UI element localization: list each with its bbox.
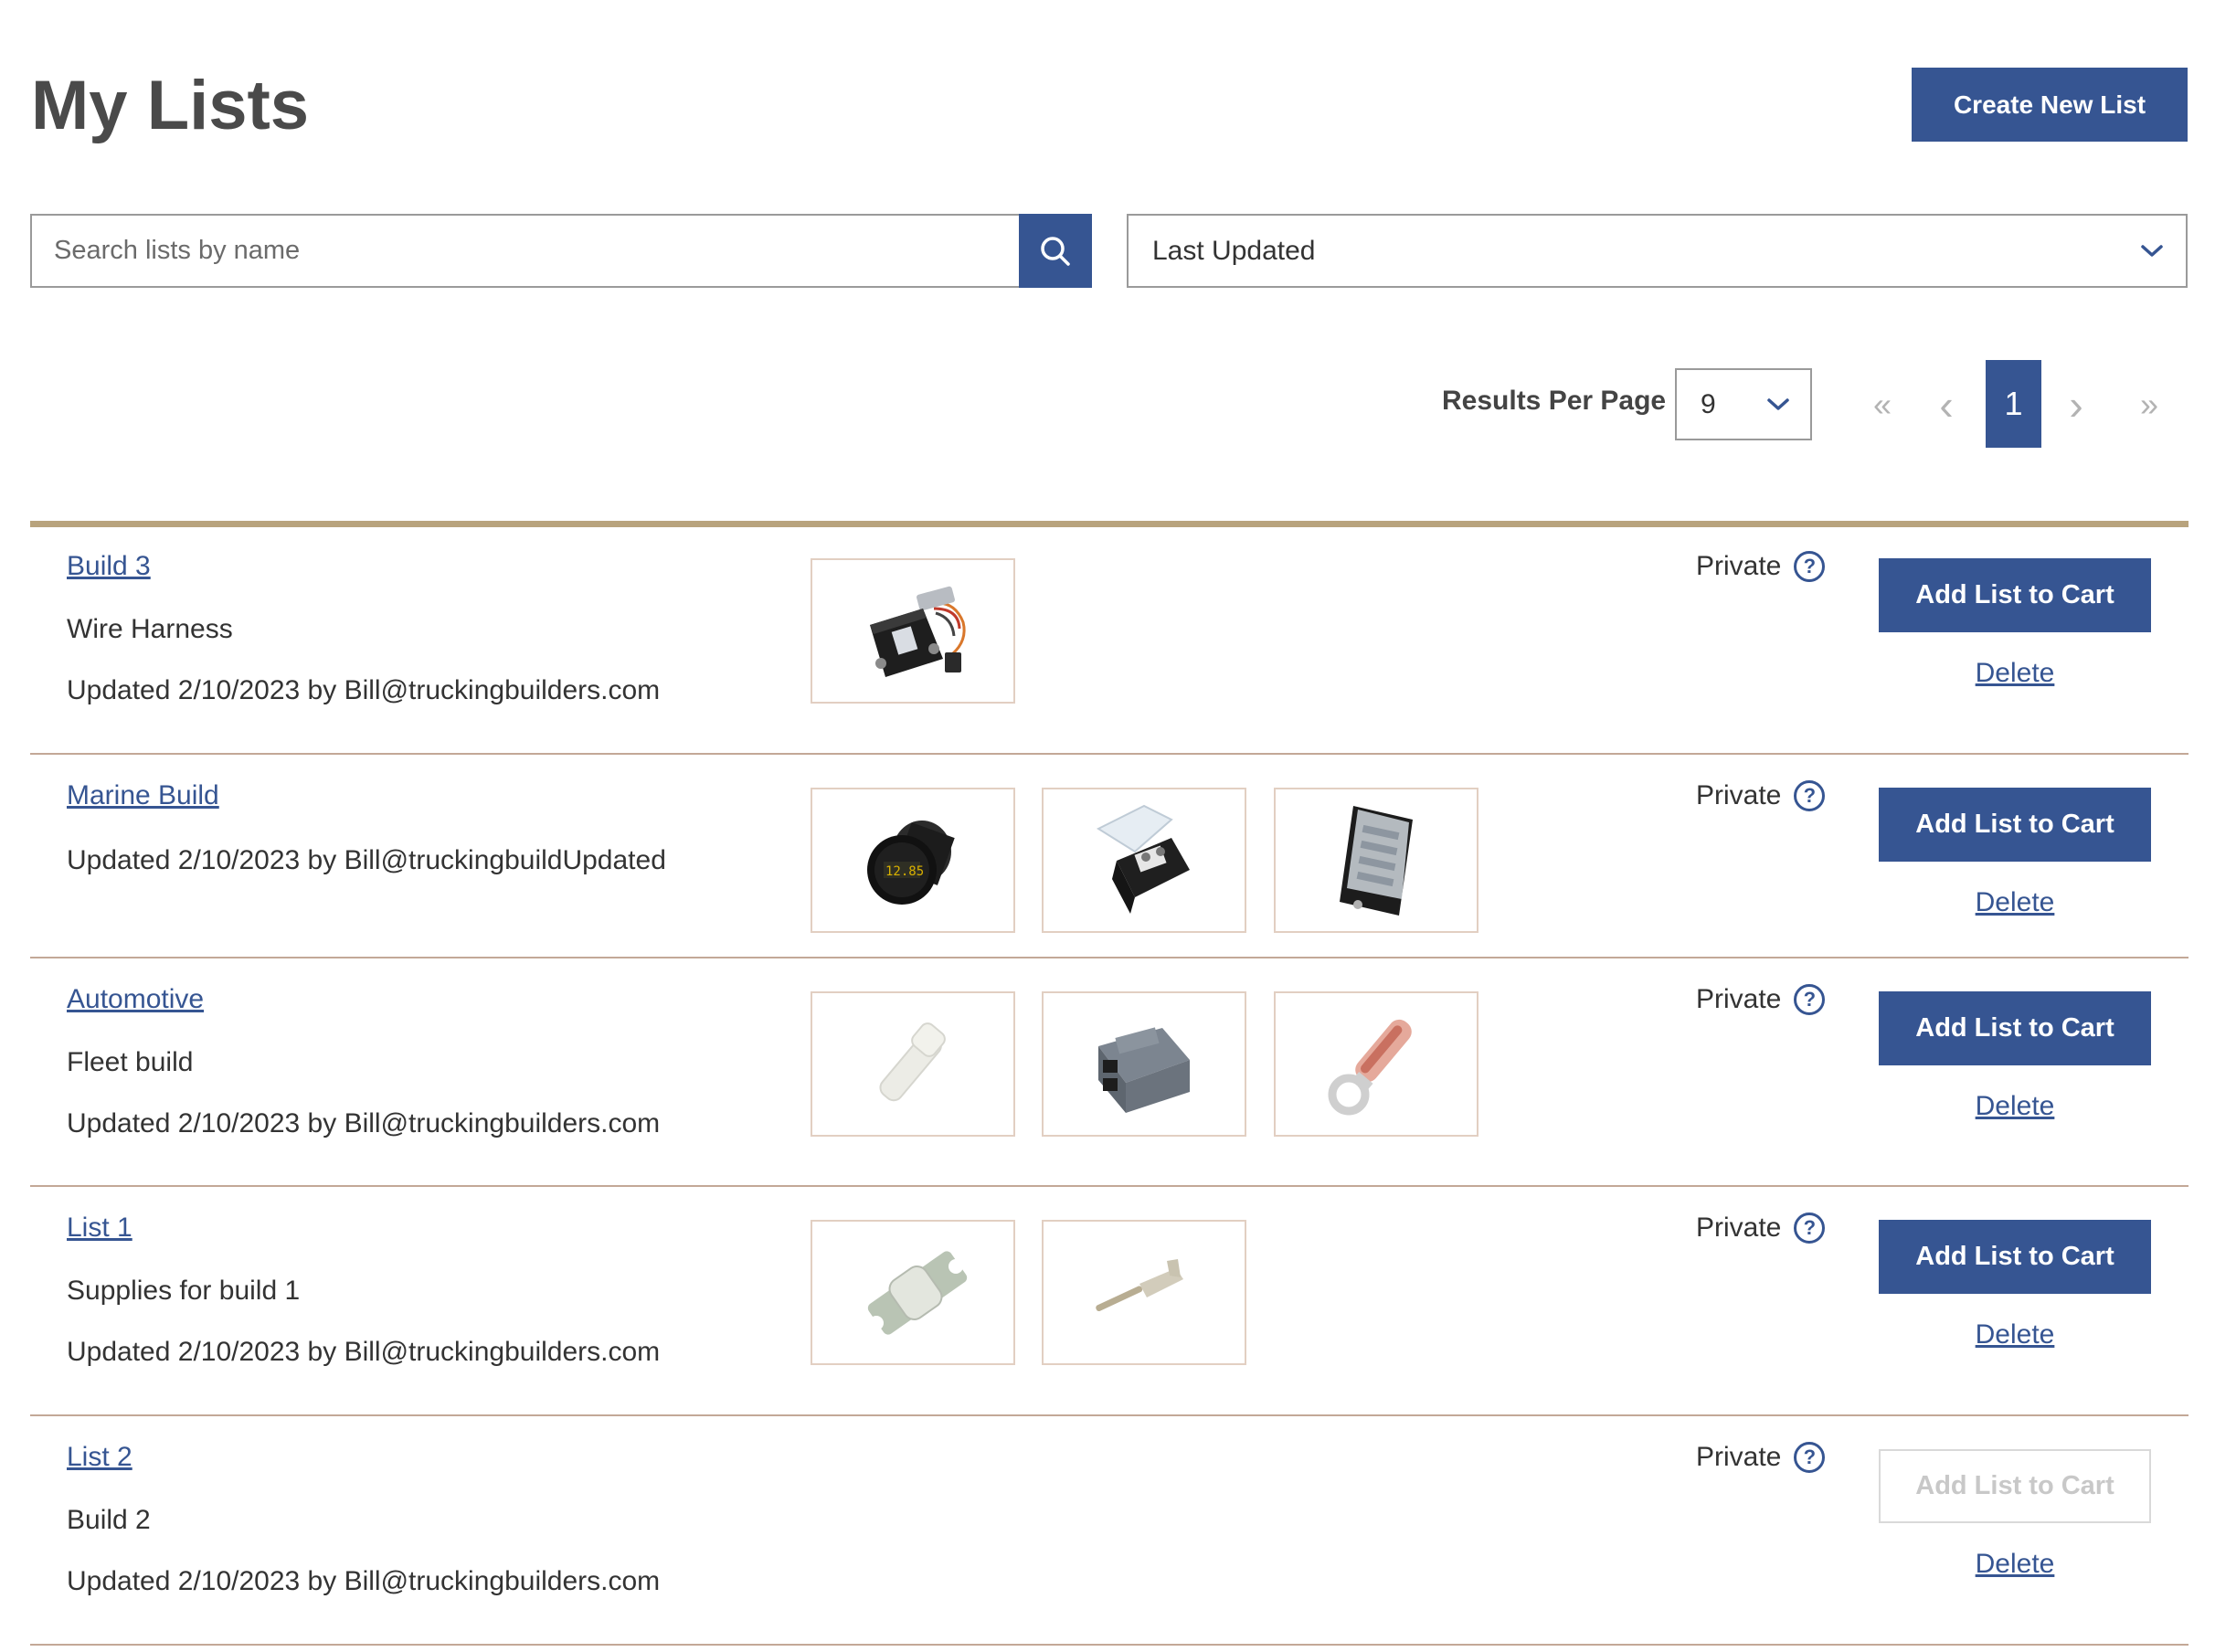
list-name-link[interactable]: Marine Build bbox=[67, 780, 219, 811]
list-updated-text: Updated 2/10/2023 by Bill@truckingbuilde… bbox=[67, 1337, 661, 1367]
privacy-label: Private bbox=[1696, 551, 1782, 581]
list-name-link[interactable]: Build 3 bbox=[67, 551, 151, 582]
list-updated-text: Updated 2/10/2023 by Bill@truckingbuilde… bbox=[67, 1108, 661, 1138]
privacy-status: Private ? bbox=[1696, 984, 1826, 1015]
round-voltmeter-gauge-icon: 12.85 bbox=[867, 820, 955, 905]
privacy-status: Private ? bbox=[1696, 1213, 1826, 1244]
chevron-down-icon bbox=[2141, 244, 2163, 257]
sort-select[interactable]: Last Updated bbox=[1127, 214, 2188, 288]
results-per-page-select[interactable]: 9 bbox=[1675, 368, 1812, 440]
fuse-holder-with-cover-icon bbox=[1096, 804, 1190, 914]
first-page-button[interactable]: « bbox=[1860, 362, 1905, 448]
add-list-to-cart-button-disabled[interactable]: Add List to Cart bbox=[1879, 1449, 2151, 1523]
help-icon[interactable]: ? bbox=[1794, 780, 1826, 811]
list-row: Build 3 Wire Harness Updated 2/10/2023 b… bbox=[30, 527, 2189, 755]
add-list-to-cart-button[interactable]: Add List to Cart bbox=[1879, 1220, 2151, 1294]
previous-page-button[interactable]: ‹ bbox=[1928, 362, 1965, 448]
double-chevron-left-icon: « bbox=[1872, 386, 1892, 423]
delete-list-link[interactable]: Delete bbox=[1879, 1091, 2151, 1122]
chevron-left-icon: ‹ bbox=[1939, 381, 1954, 429]
product-thumbnail[interactable] bbox=[1042, 788, 1246, 933]
privacy-label: Private bbox=[1696, 1442, 1782, 1472]
product-thumbnail[interactable] bbox=[1042, 1220, 1246, 1365]
svg-text:12.85: 12.85 bbox=[885, 864, 924, 879]
privacy-label: Private bbox=[1696, 780, 1782, 810]
pin-contact-icon bbox=[1096, 1258, 1183, 1311]
search-bar bbox=[30, 214, 1092, 288]
privacy-status: Private ? bbox=[1696, 780, 1826, 811]
delete-list-link[interactable]: Delete bbox=[1879, 887, 2151, 918]
results-per-page-value: 9 bbox=[1701, 388, 1716, 419]
add-list-to-cart-button[interactable]: Add List to Cart bbox=[1879, 788, 2151, 862]
connector-housing-icon bbox=[1098, 1026, 1190, 1113]
product-thumbnail[interactable] bbox=[1042, 991, 1246, 1137]
list-description: Fleet build bbox=[67, 1047, 194, 1077]
help-icon[interactable]: ? bbox=[1794, 1442, 1826, 1473]
current-page-button[interactable]: 1 bbox=[1986, 360, 2041, 448]
list-description: Wire Harness bbox=[67, 614, 233, 644]
sort-selected-value: Last Updated bbox=[1152, 235, 1316, 266]
delete-list-link[interactable]: Delete bbox=[1879, 1319, 2151, 1350]
fuse-block-icon bbox=[1340, 805, 1413, 916]
product-thumbnail[interactable]: 12.85 bbox=[811, 788, 1015, 933]
list-description: Supplies for build 1 bbox=[67, 1276, 301, 1306]
list-row: List 1 Supplies for build 1 Updated 2/10… bbox=[30, 1189, 2189, 1416]
privacy-label: Private bbox=[1696, 984, 1782, 1014]
privacy-status: Private ? bbox=[1696, 1442, 1826, 1473]
delete-list-link[interactable]: Delete bbox=[1879, 658, 2151, 689]
page-title: My Lists bbox=[31, 67, 310, 144]
results-per-page-label: Results Per Page bbox=[1442, 386, 1667, 416]
list-name-link[interactable]: List 2 bbox=[67, 1442, 132, 1473]
product-thumbnail[interactable] bbox=[811, 1220, 1015, 1365]
battery-monitor-module-icon bbox=[870, 586, 966, 677]
product-thumbnail[interactable] bbox=[811, 991, 1015, 1137]
list-row: List 2 Build 2 Updated 2/10/2023 by Bill… bbox=[30, 1418, 2189, 1646]
product-thumbnail[interactable] bbox=[811, 558, 1015, 704]
help-icon[interactable]: ? bbox=[1794, 984, 1826, 1015]
list-name-link[interactable]: List 1 bbox=[67, 1213, 132, 1244]
chevron-right-icon: › bbox=[2069, 381, 2083, 429]
search-input[interactable] bbox=[32, 216, 1019, 286]
delete-list-link[interactable]: Delete bbox=[1879, 1549, 2151, 1580]
help-icon[interactable]: ? bbox=[1794, 551, 1826, 582]
privacy-status: Private ? bbox=[1696, 551, 1826, 582]
double-chevron-right-icon: » bbox=[2139, 386, 2159, 423]
product-thumbnail[interactable] bbox=[1274, 788, 1478, 933]
search-icon bbox=[1041, 236, 1070, 266]
last-page-button[interactable]: » bbox=[2126, 362, 2172, 448]
help-icon[interactable]: ? bbox=[1794, 1213, 1826, 1244]
privacy-label: Private bbox=[1696, 1213, 1782, 1243]
list-name-link[interactable]: Automotive bbox=[67, 984, 204, 1015]
ring-terminal-icon bbox=[1328, 1019, 1412, 1115]
wedge-seal-plug-icon bbox=[879, 1022, 946, 1101]
list-updated-text: Updated 2/10/2023 by Bill@truckingbuilde… bbox=[67, 1566, 661, 1596]
list-row: Marine Build Updated 2/10/2023 by Bill@t… bbox=[30, 757, 2189, 958]
list-updated-text: Updated 2/10/2023 by Bill@truckingbuildU… bbox=[67, 845, 666, 875]
add-list-to-cart-button[interactable]: Add List to Cart bbox=[1879, 991, 2151, 1065]
search-button[interactable] bbox=[1019, 214, 1092, 288]
list-description: Build 2 bbox=[67, 1505, 151, 1535]
list-table-top-rule bbox=[30, 521, 2189, 527]
create-new-list-button[interactable]: Create New List bbox=[1912, 68, 2188, 142]
product-thumbnail[interactable] bbox=[1274, 991, 1478, 1137]
list-updated-text: Updated 2/10/2023 by Bill@truckingbuilde… bbox=[67, 675, 661, 705]
list-row: Automotive Fleet build Updated 2/10/2023… bbox=[30, 960, 2189, 1187]
next-page-button[interactable]: › bbox=[2058, 362, 2094, 448]
add-list-to-cart-button[interactable]: Add List to Cart bbox=[1879, 558, 2151, 632]
chevron-down-icon bbox=[1767, 397, 1789, 410]
bolt-down-fuse-icon bbox=[867, 1250, 968, 1335]
